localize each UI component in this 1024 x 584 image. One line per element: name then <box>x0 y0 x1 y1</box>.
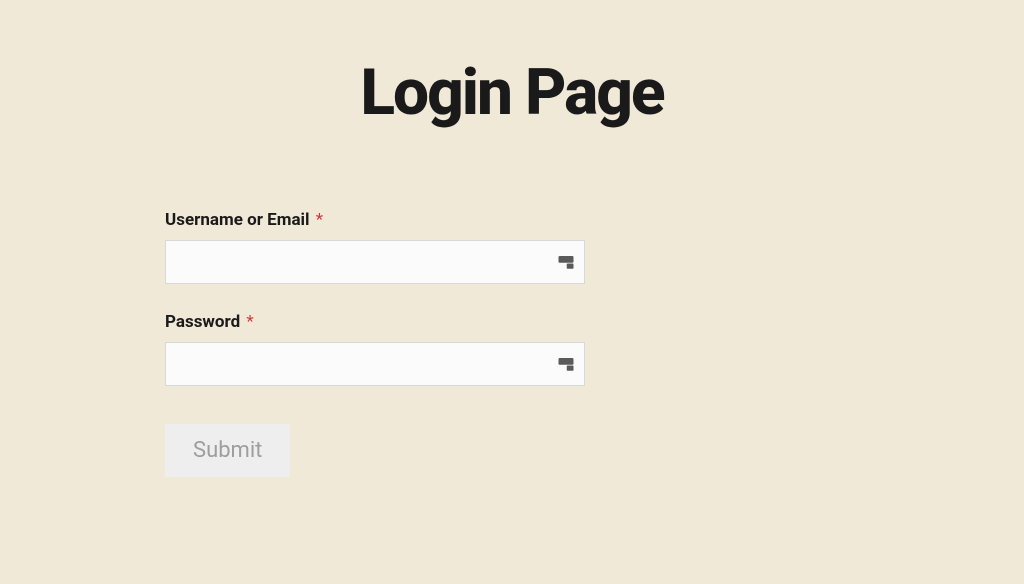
submit-button[interactable]: Submit <box>165 424 290 477</box>
username-input[interactable] <box>165 240 585 284</box>
page-title: Login Page <box>0 55 1024 130</box>
username-input-wrapper <box>165 240 585 284</box>
password-label-text: Password <box>165 312 240 332</box>
username-group: Username or Email * <box>165 210 585 284</box>
password-label: Password * <box>165 312 585 332</box>
username-label: Username or Email * <box>165 210 585 230</box>
username-label-text: Username or Email <box>165 210 310 230</box>
password-group: Password * <box>165 312 585 386</box>
required-mark: * <box>246 312 253 332</box>
required-mark: * <box>316 210 323 230</box>
password-input[interactable] <box>165 342 585 386</box>
login-form: Username or Email * Password * <box>165 210 585 477</box>
password-input-wrapper <box>165 342 585 386</box>
